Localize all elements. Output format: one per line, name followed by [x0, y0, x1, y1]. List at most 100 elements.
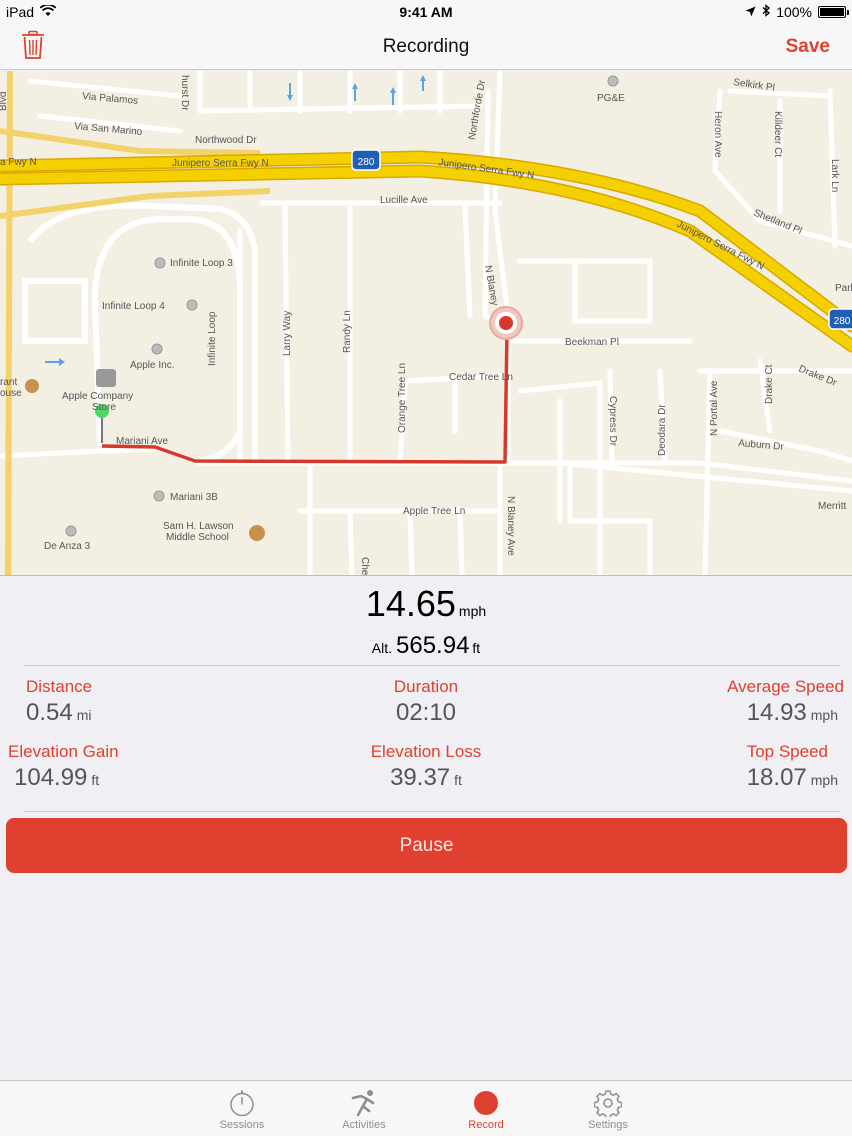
stat-elevation-loss-unit: ft	[454, 772, 462, 788]
stat-elevation-loss: Elevation Loss 39.37 ft	[316, 742, 536, 792]
stat-elevation-gain: Elevation Gain 104.99 ft	[8, 742, 228, 792]
stat-distance-value: 0.54	[26, 699, 73, 726]
map-label-che: Che	[359, 557, 370, 576]
map-label-mariani-ave: Mariani Ave	[116, 436, 169, 447]
stat-elevation-loss-label: Elevation Loss	[370, 742, 482, 761]
map-label-de-anza-3: De Anza 3	[44, 541, 91, 552]
stat-elevation-gain-label: Elevation Gain	[8, 742, 119, 761]
stat-duration: Duration 02:10	[316, 677, 536, 727]
stat-average-speed-unit: mph	[810, 707, 838, 723]
map-label-apple-store-1: Apple Company	[62, 391, 133, 402]
map-label-apple-tree: Apple Tree Ln	[403, 506, 465, 517]
stat-average-speed-value: 14.93	[746, 699, 807, 726]
map-label-apple-store-2: Store	[92, 402, 116, 413]
map-view[interactable]: 280 280 Junipero Serra Fwy N Junipero Se…	[0, 71, 852, 576]
svg-text:280: 280	[358, 157, 375, 168]
map-label-larry-way: Larry Way	[282, 311, 293, 356]
map-label-n-portal: N Portal Ave	[709, 380, 720, 436]
map-label-blvd: Blvd	[0, 92, 9, 111]
stats-panel: 14.65 mph Alt. 565.94 ft Distance 0.54 mi Du…	[0, 577, 852, 1080]
map-label-deodara: Deodara Dr	[657, 404, 668, 456]
pause-button[interactable]: Pause	[6, 818, 847, 873]
tab-bar: Sessions Activities Record Settings	[0, 1080, 852, 1136]
altitude-value: 565.94	[396, 632, 470, 659]
stat-elevation-gain-unit: ft	[91, 772, 100, 788]
map-label-infinite-loop: Infinite Loop	[207, 311, 218, 366]
stat-top-speed-label: Top Speed	[746, 742, 828, 761]
map-label-lark: Lark Ln	[829, 159, 840, 192]
map-label-randy-ln: Randy Ln	[342, 310, 353, 353]
tab-record-label: Record	[468, 1119, 504, 1131]
map-label-lawson-1: Sam H. Lawson	[163, 521, 234, 532]
stat-distance-unit: mi	[76, 707, 92, 723]
map-label-orange-tree: Orange Tree Ln	[397, 363, 408, 433]
page-title: Recording	[382, 36, 470, 57]
map-label-beekman: Beekman Pl	[565, 337, 619, 348]
tab-sessions-label: Sessions	[219, 1119, 265, 1131]
map-canvas: 280 280 Junipero Serra Fwy N Junipero Se…	[0, 71, 852, 576]
map-label-infinite-loop-4: Infinite Loop 4	[102, 301, 165, 312]
map-label-hurst: hurst Dr	[179, 75, 190, 111]
speed-unit: mph	[458, 603, 487, 619]
stat-duration-value: 02:10	[395, 699, 457, 726]
save-button[interactable]: Save	[786, 36, 830, 58]
map-label-drake-ct: Drake Ct	[764, 364, 775, 404]
navigation-bar: Recording Save	[0, 24, 852, 70]
stat-average-speed: Average Speed 14.93 mph	[624, 677, 844, 727]
battery-icon	[818, 6, 849, 18]
svg-text:280: 280	[834, 316, 851, 327]
map-label-fwy-left: a Fwy N	[0, 157, 37, 168]
map-label-cedar-tree: Cedar Tree Ln	[449, 372, 513, 383]
status-time: 9:41 AM	[399, 4, 453, 20]
stat-distance-label: Distance	[26, 677, 93, 696]
altitude-unit: ft	[472, 640, 481, 656]
altitude: Alt. 565.94 ft	[0, 632, 852, 660]
map-label-lucille: Lucille Ave	[380, 195, 428, 206]
battery-percent: 100%	[776, 4, 812, 20]
map-label-northwood: Northwood Dr	[195, 135, 257, 146]
map-label-infinite-loop-3: Infinite Loop 3	[170, 258, 233, 269]
map-label-park: Park	[835, 283, 852, 294]
stopwatch-icon	[197, 1087, 287, 1119]
map-label-n-blaney-bottom: N Blaney Ave	[505, 496, 516, 556]
divider	[24, 665, 840, 666]
stat-duration-label: Duration	[393, 677, 459, 696]
map-label-merritt: Merritt	[818, 501, 847, 512]
map-label-heron: Heron Ave	[712, 111, 723, 158]
runner-icon	[319, 1087, 409, 1119]
tab-record[interactable]: Record	[441, 1087, 531, 1131]
tab-activities-label: Activities	[342, 1119, 386, 1131]
i280-shield-west: 280	[351, 149, 381, 171]
map-label-lawson-2: Middle School	[166, 532, 229, 543]
bluetooth-icon	[762, 4, 771, 20]
record-icon	[441, 1087, 531, 1119]
current-location-icon	[489, 306, 523, 340]
tab-sessions[interactable]: Sessions	[197, 1087, 287, 1131]
stat-elevation-loss-value: 39.37	[390, 764, 451, 791]
map-label-mariani-3b: Mariani 3B	[170, 492, 218, 503]
stat-top-speed-value: 18.07	[746, 764, 807, 791]
altitude-label: Alt.	[371, 640, 393, 656]
map-label-apple-inc: Apple Inc.	[130, 360, 174, 371]
map-label-northforde: Northforde Dr	[467, 78, 488, 140]
stat-top-speed-unit: mph	[810, 772, 838, 788]
current-speed: 14.65 mph	[0, 583, 852, 625]
map-label-killdeer: Killdeer Ct	[772, 111, 783, 157]
tab-settings[interactable]: Settings	[563, 1087, 653, 1131]
gear-icon	[563, 1087, 653, 1119]
speed-value: 14.65	[365, 583, 456, 624]
location-arrow-icon	[745, 4, 756, 20]
map-label-pge: PG&E	[597, 93, 625, 104]
stat-average-speed-label: Average Speed	[727, 677, 844, 696]
map-label-restaurant-1: rant	[0, 377, 17, 388]
map-label-restaurant-2: ouse	[0, 388, 22, 399]
map-label-drake-dr: Drake Dr	[797, 364, 839, 389]
map-label-freeway-west: Junipero Serra Fwy N	[172, 158, 269, 169]
map-label-cypress: Cypress Dr	[607, 396, 618, 447]
divider	[24, 811, 840, 812]
tab-activities[interactable]: Activities	[319, 1087, 409, 1131]
stat-distance: Distance 0.54 mi	[26, 677, 246, 727]
stat-elevation-gain-value: 104.99	[14, 764, 88, 791]
tab-settings-label: Settings	[588, 1119, 628, 1131]
i280-shield-east: 280	[828, 308, 852, 330]
